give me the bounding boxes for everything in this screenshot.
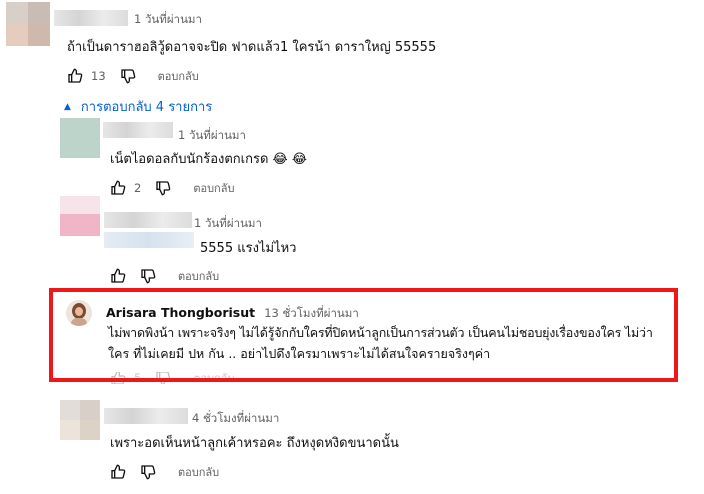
blurred-username bbox=[104, 212, 192, 228]
thumbs-down-icon[interactable] bbox=[140, 268, 156, 284]
comment-text: ถ้าเป็นดาราฮอลิวู้ดอาจจะปิด ฟาดแล้ว1 ใคร… bbox=[67, 40, 437, 55]
blurred-text-fragment bbox=[104, 232, 194, 248]
replies-toggle[interactable]: ▲ การตอบกลับ 4 รายการ bbox=[64, 96, 212, 117]
thumbs-up-icon[interactable] bbox=[110, 464, 126, 480]
reply-actions: ตอบกลับ bbox=[110, 462, 219, 482]
thumbs-down-icon[interactable] bbox=[155, 180, 171, 196]
reply-actions: ตอบกลับ bbox=[110, 266, 219, 286]
caret-up-icon: ▲ bbox=[64, 101, 71, 112]
comment-time: 1 วันที่ผ่านมา bbox=[134, 12, 202, 26]
replies-toggle-label: การตอบกลับ 4 รายการ bbox=[80, 100, 213, 115]
thumbs-up-icon[interactable] bbox=[67, 68, 83, 84]
avatar[interactable] bbox=[60, 400, 100, 440]
reply-time: 1 วันที่ผ่านมา bbox=[194, 216, 262, 230]
reply-button[interactable]: ตอบกลับ bbox=[193, 179, 234, 197]
thumbs-up-icon[interactable] bbox=[110, 268, 126, 284]
reply-time: 1 วันที่ผ่านมา bbox=[178, 128, 246, 142]
like-count: 13 bbox=[91, 69, 106, 83]
blurred-username bbox=[104, 408, 188, 424]
reply-text: เพราะอดเห็นหน้าลูกเค้าหรอคะ ถึงหงุดหงิดข… bbox=[110, 436, 399, 451]
reply-button[interactable]: ตอบกลับ bbox=[178, 463, 219, 481]
avatar[interactable] bbox=[60, 118, 100, 158]
reply-text: เน็ตไอดอลกับนักร้องตกเกรด 😂 😂 bbox=[110, 152, 308, 167]
reply-button[interactable]: ตอบกลับ bbox=[158, 67, 199, 85]
avatar[interactable] bbox=[60, 196, 100, 236]
reply-text: 5555 แรงไม่ไหว bbox=[200, 241, 297, 256]
reply-actions: 2 ตอบกลับ bbox=[110, 178, 234, 198]
thumbs-down-icon[interactable] bbox=[120, 68, 136, 84]
comment-actions: 13 ตอบกลับ bbox=[67, 66, 199, 86]
reply-button[interactable]: ตอบกลับ bbox=[178, 267, 219, 285]
blurred-username bbox=[54, 10, 128, 26]
reply-time: 4 ชั่วโมงที่ผ่านมา bbox=[192, 411, 280, 425]
thumbs-up-icon[interactable] bbox=[110, 180, 126, 196]
like-count: 2 bbox=[134, 181, 142, 195]
blurred-username bbox=[103, 122, 173, 138]
thumbs-down-icon[interactable] bbox=[140, 464, 156, 480]
highlight-box bbox=[49, 288, 678, 382]
avatar[interactable] bbox=[6, 2, 50, 46]
